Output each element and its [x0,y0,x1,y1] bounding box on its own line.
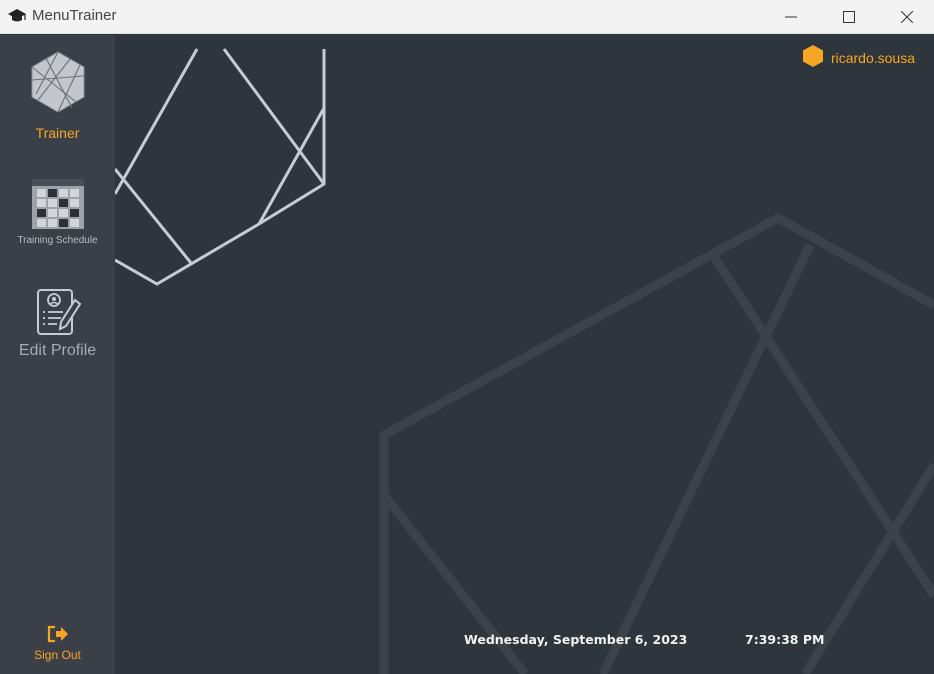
sign-out-button[interactable]: Sign Out [0,625,115,662]
sign-out-icon [0,625,115,645]
maximize-button[interactable] [820,0,878,33]
sidebar-item-edit-profile[interactable]: Edit Profile [0,288,115,360]
minimize-button[interactable] [762,0,820,33]
title-bar: MenuTrainer [0,0,934,34]
hexagon-logo-icon [0,50,115,116]
sidebar-item-label: Edit Profile [18,342,97,359]
maximize-icon [843,10,855,23]
calendar-grid-icon [0,178,115,230]
graduation-cap-icon [7,6,27,26]
window-title: MenuTrainer [32,7,117,24]
hexagon-user-icon [802,44,824,71]
background-pattern [115,48,934,674]
user-badge[interactable]: ricardo.sousa [802,44,915,71]
close-button[interactable] [878,0,934,33]
current-date: Wednesday, September 6, 2023 [464,632,688,647]
sidebar-item-training-schedule[interactable]: Training Schedule [0,178,115,246]
username: ricardo.sousa [830,49,915,66]
main-area: ricardo.sousa Wednesday, September 6, 20… [115,35,934,674]
sign-out-label: Sign Out [34,648,81,662]
sidebar-item-trainer[interactable]: Trainer [0,50,115,141]
polyhedron-decoration-light [115,48,326,286]
close-icon [901,10,913,23]
edit-profile-icon [0,288,115,338]
minimize-icon [785,16,797,17]
polyhedron-decoration-dark [379,212,934,674]
sidebar-item-label: Trainer [35,125,80,141]
current-time: 7:39:38 PM [745,632,825,647]
sidebar: Trainer Training Schedule Edit Profile S… [0,35,115,674]
sidebar-item-label: Training Schedule [17,235,98,246]
